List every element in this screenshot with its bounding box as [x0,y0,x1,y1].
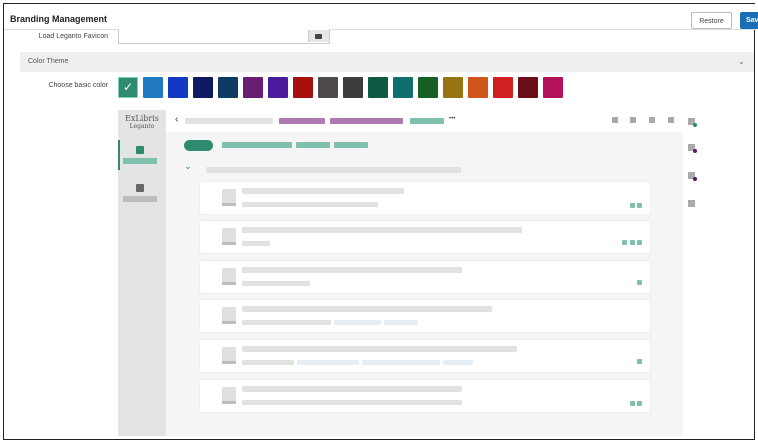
color-swatch[interactable] [493,77,513,98]
save-button[interactable]: Save [740,12,758,29]
nav-icon [136,184,144,192]
nav-label [123,196,157,202]
list-item [200,221,650,253]
preview-pill [184,140,213,151]
color-swatch[interactable] [418,77,438,98]
color-swatch[interactable] [293,77,313,98]
color-swatch[interactable] [343,77,363,98]
color-swatch[interactable] [468,77,488,98]
color-swatch[interactable] [243,77,263,98]
preview-right-rail [683,118,702,436]
favicon-file-field[interactable] [118,29,330,44]
color-swatch[interactable] [443,77,463,98]
preview-sidebar: ExLibris Leganto [118,110,166,436]
color-swatch[interactable] [318,77,338,98]
color-swatch[interactable] [543,77,563,98]
list-item [200,380,650,412]
color-swatch[interactable] [168,77,188,98]
color-swatch[interactable] [393,77,413,98]
header-bar: Branding Management Restore Save [4,4,758,30]
preview-main: ⌄ [166,132,683,436]
color-swatch[interactable]: ✓ [118,77,138,98]
color-theme-section-header[interactable]: Color Theme ⌄ [20,52,754,72]
nav-label-active [123,158,157,164]
back-icon: ‹ [175,114,179,125]
list-item [200,182,650,214]
color-swatch[interactable] [368,77,388,98]
color-swatch[interactable] [218,77,238,98]
color-swatch[interactable] [193,77,213,98]
section-title: Color Theme [28,58,69,65]
expand-icon: ⌄ [184,161,192,171]
color-swatch[interactable] [518,77,538,98]
chevron-down-icon[interactable]: ⌄ [738,57,745,66]
restore-button[interactable]: Restore [691,12,732,29]
page-title: Branding Management [10,14,108,24]
active-indicator [118,140,120,170]
nav-icon-active [136,146,144,154]
list-item [200,261,650,293]
color-swatch[interactable] [268,77,288,98]
choose-color-label: Choose basic color [48,82,108,89]
folder-icon [315,34,322,39]
color-swatch[interactable] [143,77,163,98]
favicon-upload-button[interactable] [308,30,329,42]
more-icon: ••• [449,116,456,122]
exlibris-logo: ExLibris Leganto [125,114,159,131]
list-item [200,340,650,372]
preview-header: ‹ ••• [166,110,702,133]
check-icon: ✓ [123,80,134,94]
list-item [200,300,650,332]
theme-preview: ExLibris Leganto ‹ ••• ⌄ [118,110,702,436]
favicon-label: Load Leganto Favicon [38,33,108,40]
